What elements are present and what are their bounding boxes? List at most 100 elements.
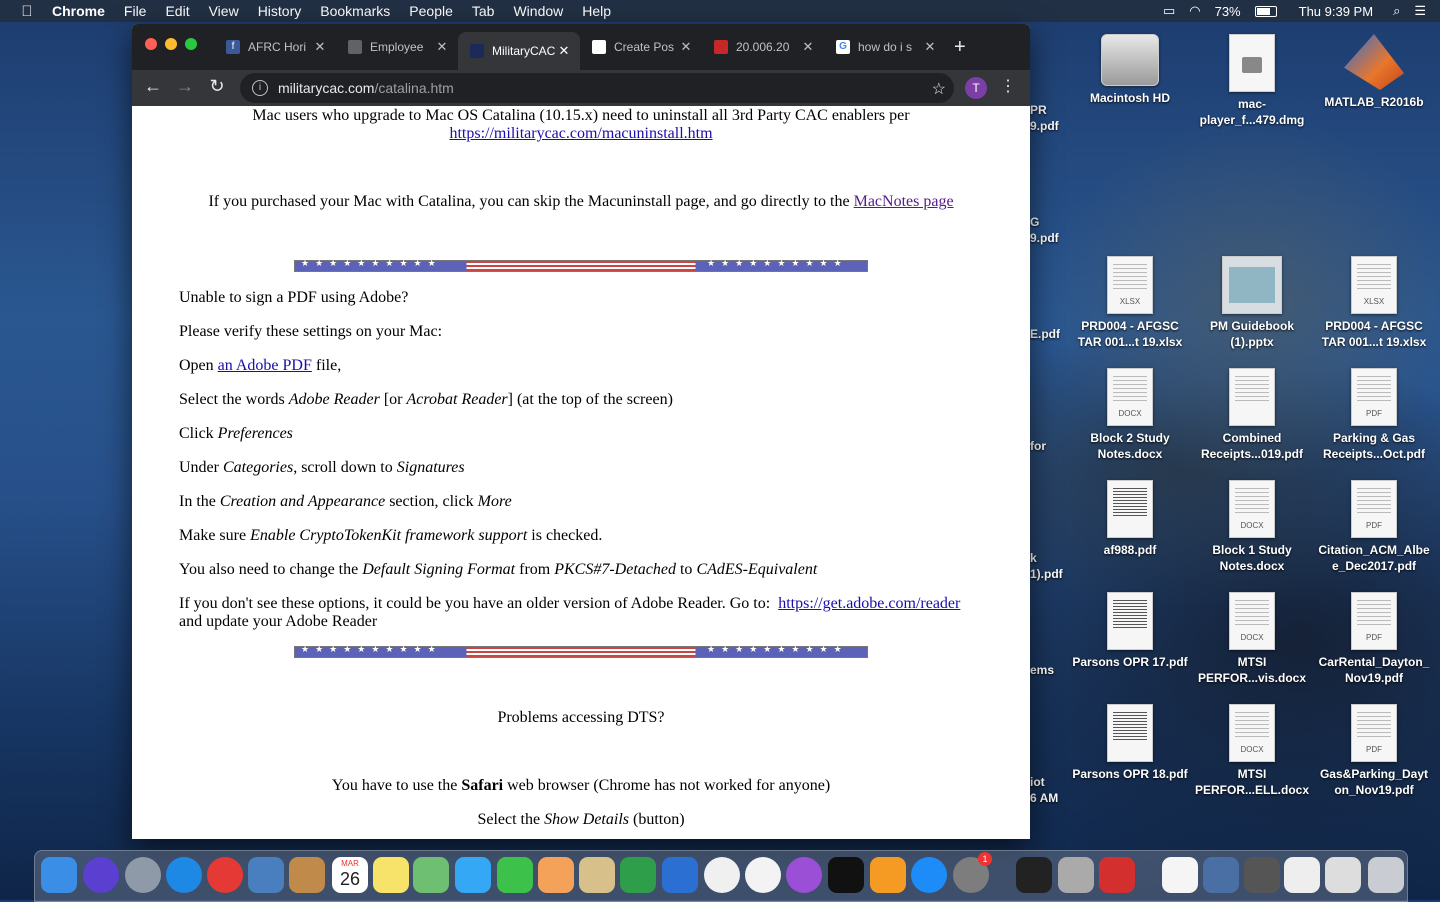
dock-keynote-preview-icon[interactable] [579, 857, 615, 893]
menu-history[interactable]: History [258, 3, 302, 19]
desktop-file-icon[interactable]: mac-player_f...479.dmg [1193, 34, 1311, 128]
clock[interactable]: Thu 9:39 PM [1299, 4, 1373, 19]
dock-chrome-icon[interactable] [207, 857, 243, 893]
browser-tab[interactable]: 20.006.20 ✕ [702, 32, 824, 62]
desktop-file-icon[interactable]: DOCX MTSI PERFOR...ELL.docx [1193, 704, 1311, 798]
dock-music-icon[interactable] [745, 857, 781, 893]
dock-siri-icon[interactable] [83, 857, 119, 893]
dock-calendar-icon[interactable]: MAR 26 [332, 857, 368, 893]
dock-messages-icon[interactable] [455, 857, 491, 893]
dock-textedit-icon[interactable] [1162, 857, 1198, 893]
new-tab-button[interactable]: + [954, 36, 966, 59]
zoom-window-button[interactable] [185, 38, 197, 50]
close-tab-icon[interactable]: ✕ [312, 39, 328, 55]
desktop-partial-label[interactable]: for [1030, 438, 1046, 454]
adobe-pdf-link[interactable]: an Adobe PDF [218, 357, 312, 374]
dock-document-icon[interactable] [1284, 857, 1320, 893]
dock-downloads-icon[interactable] [1203, 857, 1239, 893]
desktop-file-icon[interactable]: XLSX PRD004 - AFGSC TAR 001...t 19.xlsx [1315, 256, 1433, 350]
browser-tab[interactable]: MilitaryCAC ✕ [458, 32, 580, 70]
desktop-partial-label[interactable]: 1).pdf [1030, 566, 1063, 582]
dock-notes-icon[interactable] [373, 857, 409, 893]
dock-acrobat-icon[interactable] [1099, 857, 1135, 893]
bookmark-star-icon[interactable]: ☆ [932, 79, 946, 99]
menu-edit[interactable]: Edit [165, 3, 189, 19]
dock-news-icon[interactable] [704, 857, 740, 893]
battery-icon[interactable] [1254, 5, 1277, 17]
desktop-file-icon[interactable]: Parsons OPR 18.pdf [1071, 704, 1189, 782]
desktop-file-icon[interactable]: XLSX PRD004 - AFGSC TAR 001...t 19.xlsx [1071, 256, 1189, 350]
desktop-file-icon[interactable]: PDF Gas&Parking_Dayt on_Nov19.pdf [1315, 704, 1433, 798]
dock-stack-icon[interactable] [1244, 857, 1280, 893]
notification-center-icon[interactable]: ☰ [1414, 3, 1426, 19]
address-bar[interactable]: i militarycac.com/catalina.htm ☆ [240, 73, 954, 103]
menu-help[interactable]: Help [582, 3, 611, 19]
close-tab-icon[interactable]: ✕ [800, 39, 816, 55]
forward-icon[interactable]: → [173, 76, 197, 97]
dock-app-store-icon[interactable] [911, 857, 947, 893]
desktop-file-icon[interactable]: Parsons OPR 17.pdf [1071, 592, 1189, 670]
menu-tab[interactable]: Tab [472, 3, 495, 19]
menu-window[interactable]: Window [513, 3, 563, 19]
close-tab-icon[interactable]: ✕ [434, 39, 450, 55]
dock-photos-icon[interactable] [538, 857, 574, 893]
desktop-file-icon[interactable]: PDF Citation_ACM_Albe e_Dec2017.pdf [1315, 480, 1433, 574]
desktop-file-icon[interactable]: PM Guidebook (1).pptx [1193, 256, 1311, 350]
dock-numbers-icon[interactable] [620, 857, 656, 893]
desktop-file-icon[interactable]: PDF CarRental_Dayton_ Nov19.pdf [1315, 592, 1433, 686]
dock-activity-monitor-icon[interactable] [1016, 857, 1052, 893]
dock-facetime-icon[interactable] [497, 857, 533, 893]
dock-maps-icon[interactable] [413, 857, 449, 893]
desktop-partial-label[interactable]: ems [1030, 662, 1054, 678]
desktop-partial-label[interactable]: k [1030, 550, 1037, 566]
desktop-partial-label[interactable]: PR [1030, 102, 1047, 118]
close-tab-icon[interactable]: ✕ [678, 39, 694, 55]
menu-file[interactable]: File [124, 3, 147, 19]
browser-menu-icon[interactable]: ⋮ [1000, 76, 1016, 96]
desktop-file-icon[interactable]: PDF Parking & Gas Receipts...Oct.pdf [1315, 368, 1433, 462]
desktop-file-icon[interactable]: DOCX Block 1 Study Notes.docx [1193, 480, 1311, 574]
macuninstall-link[interactable]: https://militarycac.com/macuninstall.htm [449, 125, 712, 142]
spotlight-search-icon[interactable]: ⌕ [1393, 3, 1400, 19]
url-text[interactable]: militarycac.com/catalina.htm [278, 80, 454, 96]
dock-document2-icon[interactable] [1325, 857, 1361, 893]
browser-tab[interactable]: Employee ✕ [336, 32, 458, 62]
apple-menu-icon[interactable]:  [18, 3, 36, 20]
desktop-file-icon[interactable]: DOCX MTSI PERFOR...vis.docx [1193, 592, 1311, 686]
menu-bookmarks[interactable]: Bookmarks [320, 3, 390, 19]
close-tab-icon[interactable]: ✕ [922, 39, 938, 55]
dock-finder-icon[interactable] [41, 857, 77, 893]
dock-safari-icon[interactable] [166, 857, 202, 893]
profile-avatar[interactable]: T [965, 77, 987, 99]
menu-people[interactable]: People [409, 3, 453, 19]
desktop-file-icon[interactable]: Combined Receipts...019.pdf [1193, 368, 1311, 462]
desktop-file-icon[interactable]: Macintosh HD [1071, 34, 1189, 106]
desktop-file-icon[interactable]: MATLAB_R2016b [1315, 34, 1433, 110]
airplay-icon[interactable]: ▭ [1163, 3, 1175, 19]
wifi-icon[interactable]: ◠ [1189, 3, 1200, 19]
desktop-partial-label[interactable]: G [1030, 214, 1039, 230]
dock-trash-icon[interactable] [1368, 857, 1404, 893]
menu-view[interactable]: View [209, 3, 239, 19]
dock-keychain-icon[interactable] [1058, 857, 1094, 893]
menu-app-name[interactable]: Chrome [52, 3, 105, 19]
browser-tab[interactable]: Ghow do i s ✕ [824, 32, 946, 62]
site-info-icon[interactable]: i [252, 80, 268, 96]
dock-apple-tv-icon[interactable] [828, 857, 864, 893]
desktop-file-icon[interactable]: DOCX Block 2 Study Notes.docx [1071, 368, 1189, 462]
macnotes-link[interactable]: MacNotes page [854, 193, 954, 210]
back-icon[interactable]: ← [141, 76, 165, 97]
desktop-partial-label[interactable]: iot [1030, 774, 1045, 790]
reload-icon[interactable]: ↻ [205, 76, 229, 97]
dock-launchpad-icon[interactable] [125, 857, 161, 893]
dock-podcasts-icon[interactable] [786, 857, 822, 893]
desktop-file-icon[interactable]: af988.pdf [1071, 480, 1189, 558]
browser-tab[interactable]: Create Pos ✕ [580, 32, 702, 62]
dock-preview-bird-icon[interactable] [248, 857, 284, 893]
desktop-partial-label[interactable]: 9.pdf [1030, 118, 1059, 134]
desktop-partial-label[interactable]: 9.pdf [1030, 230, 1059, 246]
desktop-partial-label[interactable]: 6 AM [1030, 790, 1058, 806]
minimize-window-button[interactable] [165, 38, 177, 50]
dock-contacts-icon[interactable] [289, 857, 325, 893]
close-window-button[interactable] [145, 38, 157, 50]
